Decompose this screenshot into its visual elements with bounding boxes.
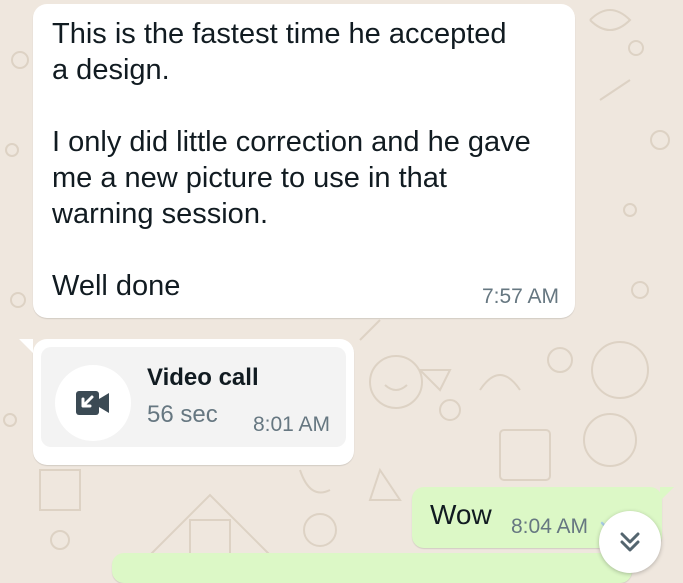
message-text: Wow [430, 499, 492, 530]
missed-video-call-icon [55, 365, 131, 441]
double-chevron-down-icon [620, 532, 640, 552]
bubble-tail [660, 487, 674, 501]
message-time: 8:04 AM [511, 515, 589, 538]
bubble-tail [19, 339, 33, 353]
message-time: 8:01 AM [252, 413, 330, 436]
message-time: 7:57 AM [481, 285, 559, 308]
call-message-bubble[interactable]: Video call 56 sec 8:01 AM [19, 339, 354, 465]
call-title: Video call [147, 364, 259, 391]
message-bubble[interactable] [112, 553, 632, 583]
message-bubble[interactable]: This is the fastest time he accepted a d… [33, 4, 575, 318]
call-duration: 56 sec [147, 401, 218, 428]
call-card[interactable]: Video call 56 sec 8:01 AM [41, 347, 346, 447]
message-text: This is the fastest time he accepted a d… [52, 18, 531, 302]
